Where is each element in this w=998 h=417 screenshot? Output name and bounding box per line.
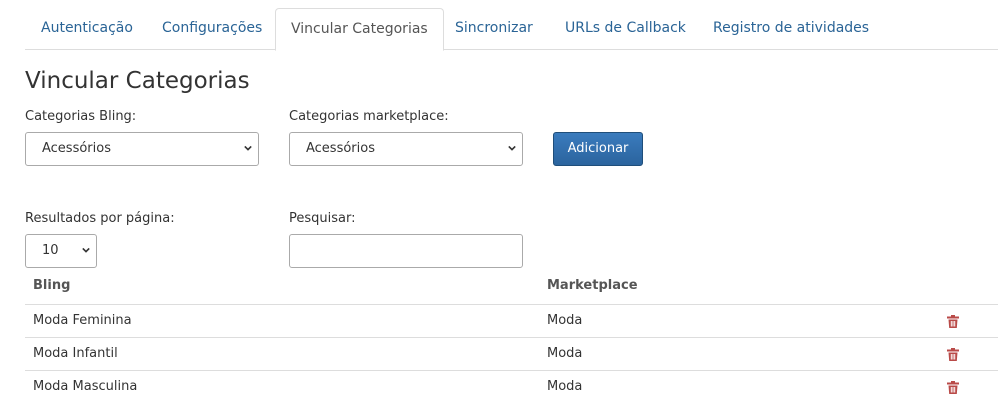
row-bling-cell: Moda Feminina: [33, 313, 132, 328]
row-marketplace-cell: Moda: [547, 379, 583, 394]
trash-icon[interactable]: [947, 348, 959, 361]
row-divider: [25, 337, 998, 338]
marketplace-category-selected: Acessórios: [306, 141, 375, 156]
page-title: Vincular Categorias: [25, 68, 250, 94]
per-page-selected: 10: [42, 243, 59, 258]
per-page-label: Resultados por página:: [25, 211, 175, 226]
header-divider: [25, 304, 998, 305]
row-marketplace-cell: Moda: [547, 313, 583, 328]
marketplace-category-label: Categorias marketplace:: [289, 109, 449, 124]
per-page-select[interactable]: 10: [25, 234, 97, 268]
bling-category-label: Categorias Bling:: [25, 109, 137, 124]
tab-vincular-categorias[interactable]: Vincular Categorias: [275, 8, 444, 51]
column-header-marketplace: Marketplace: [547, 278, 638, 293]
chevron-down-icon: [508, 145, 516, 151]
chevron-down-icon: [82, 247, 90, 253]
chevron-down-icon: [244, 145, 252, 151]
tab-bar: Autenticação Configurações Vincular Cate…: [25, 8, 998, 51]
tab-configuracoes[interactable]: Configurações: [162, 8, 262, 48]
row-bling-cell: Moda Infantil: [33, 346, 118, 361]
tab-registro-de-atividades[interactable]: Registro de atividades: [713, 8, 869, 48]
search-label: Pesquisar:: [289, 211, 356, 226]
column-header-bling: Bling: [33, 278, 71, 293]
tab-autenticacao[interactable]: Autenticação: [41, 8, 133, 48]
add-button[interactable]: Adicionar: [553, 132, 643, 166]
trash-icon[interactable]: [947, 381, 959, 394]
trash-icon[interactable]: [947, 315, 959, 328]
search-input[interactable]: [289, 234, 523, 268]
row-divider: [25, 370, 998, 371]
row-marketplace-cell: Moda: [547, 346, 583, 361]
bling-category-selected: Acessórios: [42, 141, 111, 156]
tab-urls-de-callback[interactable]: URLs de Callback: [565, 8, 686, 48]
tab-sincronizar[interactable]: Sincronizar: [455, 8, 533, 48]
row-bling-cell: Moda Masculina: [33, 379, 138, 394]
bling-category-select[interactable]: Acessórios: [25, 132, 259, 166]
marketplace-category-select[interactable]: Acessórios: [289, 132, 523, 166]
